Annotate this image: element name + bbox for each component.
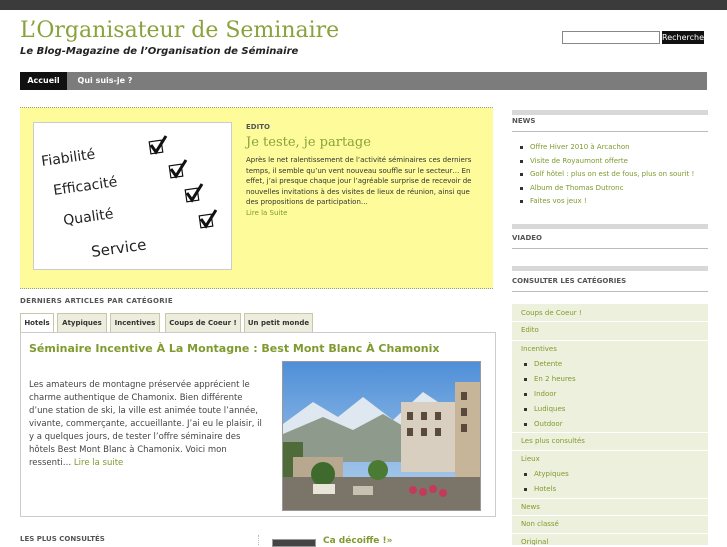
- featured-thumbnail[interactable]: [272, 539, 316, 547]
- categories-heading: CONSULTER LES CATÉGORIES: [512, 277, 708, 292]
- subcategory-item[interactable]: Atypiques: [524, 470, 569, 478]
- category-item[interactable]: Coups de Coeur !: [521, 309, 582, 317]
- category-item[interactable]: Lieux: [521, 455, 540, 463]
- post-read-more-link[interactable]: Lire la suite: [74, 458, 123, 468]
- category-item[interactable]: News: [521, 503, 540, 511]
- edito-label: EDITO: [246, 123, 270, 131]
- most-viewed-heading: LES PLUS CONSULTÉS: [20, 535, 105, 543]
- edito-read-more-link[interactable]: Lire la Suite: [246, 209, 287, 217]
- edito-section: Fiabilité Efficacité Qualité Service EDI…: [20, 107, 493, 289]
- post-excerpt-text: Les amateurs de montagne préservée appré…: [29, 380, 262, 468]
- tab-coups-de-coeur[interactable]: Coups de Coeur !: [165, 313, 241, 333]
- subcategory-item[interactable]: Ludiques: [523, 405, 565, 413]
- category-item[interactable]: Original: [521, 538, 548, 545]
- category-item[interactable]: Incentives: [521, 345, 557, 353]
- tab-panel: Séminaire Incentive À La Montagne : Best…: [20, 332, 496, 517]
- categories-list: Coups de Coeur ! Edito Incentives Detente En…: [512, 304, 708, 545]
- category-separator: [512, 533, 708, 534]
- category-item[interactable]: Les plus consultés: [521, 437, 585, 445]
- tab-incentives[interactable]: Incentives: [110, 313, 160, 333]
- sidebar-divider: [512, 224, 708, 229]
- sidebar-divider: [512, 266, 708, 271]
- subcategory-item[interactable]: Indoor: [523, 390, 556, 398]
- news-list: Offre Hiver 2010 à Arcachon Visite de Ro…: [518, 141, 708, 209]
- edito-excerpt-text: Après le net ralentissement de l’activit…: [246, 156, 472, 206]
- category-separator: [512, 432, 708, 433]
- category-item[interactable]: Edito: [521, 326, 539, 334]
- post-excerpt: Les amateurs de montagne préservée appré…: [29, 379, 269, 470]
- subcategory-item[interactable]: Hotels: [523, 485, 556, 493]
- top-bar: [0, 0, 727, 10]
- tab-hotels[interactable]: Hotels: [20, 313, 54, 333]
- nav-item-home[interactable]: Accueil: [20, 72, 67, 90]
- news-item[interactable]: Faites vos jeux !: [518, 195, 708, 209]
- news-item[interactable]: Visite de Royaumont offerte: [518, 155, 708, 169]
- main-navigation: Accueil Qui suis-je ?: [20, 72, 707, 90]
- news-item[interactable]: Offre Hiver 2010 à Arcachon: [518, 141, 708, 155]
- viadeo-heading: VIADEO: [512, 234, 708, 249]
- subcategory-item[interactable]: En 2 heures: [524, 375, 576, 383]
- post-image[interactable]: [282, 361, 481, 511]
- post-title[interactable]: Séminaire Incentive À La Montagne : Best…: [29, 342, 439, 355]
- site-title[interactable]: L’Organisateur de Seminaire: [20, 18, 339, 43]
- search-button[interactable]: Recherche: [662, 31, 704, 44]
- divider: [258, 535, 259, 545]
- edito-title[interactable]: Je teste, je partage: [246, 135, 371, 150]
- news-item[interactable]: Golf hôtel : plus on est de fous, plus o…: [518, 168, 708, 182]
- tab-atypiques[interactable]: Atypiques: [57, 313, 107, 333]
- site-tagline: Le Blog-Magazine de l’Organisation de Sé…: [20, 46, 299, 57]
- category-separator: [512, 515, 708, 516]
- edito-image[interactable]: Fiabilité Efficacité Qualité Service: [33, 122, 232, 270]
- subcategory-item[interactable]: Detente: [523, 360, 562, 368]
- news-item[interactable]: Album de Thomas Dutronc: [518, 182, 708, 196]
- recent-articles-heading: DERNIERS ARTICLES PAR CATÉGORIE: [20, 297, 173, 305]
- category-separator: [512, 340, 708, 341]
- subcategory-item[interactable]: Outdoor: [524, 420, 563, 428]
- edito-excerpt: Après le net ralentissement de l’activit…: [246, 155, 478, 218]
- category-separator: [512, 321, 708, 322]
- category-separator: [512, 450, 708, 451]
- category-separator: [512, 498, 708, 499]
- tab-un-petit-monde[interactable]: Un petit monde: [244, 313, 313, 333]
- news-heading: NEWS: [512, 117, 708, 132]
- nav-item-about[interactable]: Qui suis-je ?: [67, 72, 143, 90]
- category-item[interactable]: Non classé: [521, 520, 559, 528]
- sidebar-divider: [512, 110, 708, 115]
- search-input[interactable]: [562, 31, 660, 44]
